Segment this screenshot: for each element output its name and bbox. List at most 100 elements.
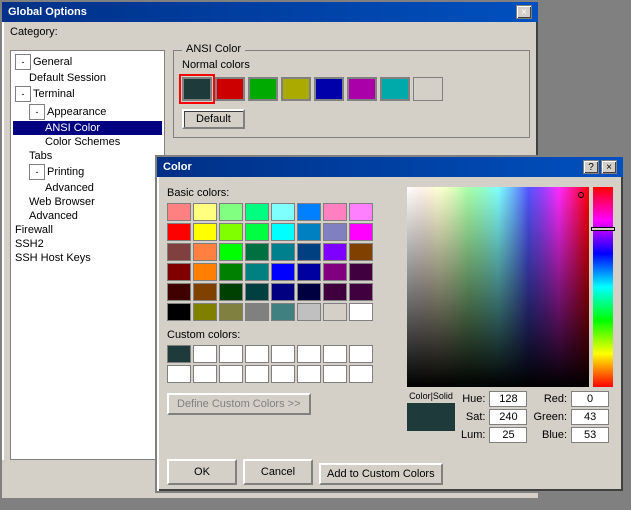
basic-swatch-34[interactable] — [219, 283, 243, 301]
basic-swatch-14[interactable] — [323, 223, 347, 241]
sat-input[interactable] — [489, 409, 527, 425]
basic-swatch-41[interactable] — [193, 303, 217, 321]
tree-item-terminal[interactable]: - Terminal — [13, 85, 162, 103]
custom-swatch-14[interactable] — [323, 365, 347, 383]
color-swatch-0[interactable] — [182, 77, 212, 101]
custom-swatch-5[interactable] — [297, 345, 321, 363]
basic-swatch-7[interactable] — [349, 203, 373, 221]
basic-swatch-33[interactable] — [193, 283, 217, 301]
color-swatch-5[interactable] — [347, 77, 377, 101]
tree-item-ssh2[interactable]: SSH2 — [13, 237, 162, 251]
tree-item-advanced-main[interactable]: Advanced — [13, 209, 162, 223]
lum-input[interactable] — [489, 427, 527, 443]
define-custom-colors-button[interactable]: Define Custom Colors >> — [167, 393, 311, 415]
color-picker-help-button[interactable]: ? — [583, 160, 599, 174]
add-to-custom-colors-button[interactable]: Add to Custom Colors — [319, 463, 443, 485]
basic-swatch-35[interactable] — [245, 283, 269, 301]
basic-swatch-8[interactable] — [167, 223, 191, 241]
expand-terminal[interactable]: - — [15, 86, 31, 102]
custom-swatch-8[interactable] — [167, 365, 191, 383]
expand-general[interactable]: - — [15, 54, 31, 70]
basic-swatch-6[interactable] — [323, 203, 347, 221]
tree-item-firewall[interactable]: Firewall — [13, 223, 162, 237]
custom-swatch-3[interactable] — [245, 345, 269, 363]
default-button[interactable]: Default — [182, 109, 245, 129]
basic-swatch-19[interactable] — [245, 243, 269, 261]
tree-item-ssh-host-keys[interactable]: SSH Host Keys — [13, 251, 162, 265]
basic-swatch-20[interactable] — [271, 243, 295, 261]
custom-swatch-2[interactable] — [219, 345, 243, 363]
basic-swatch-11[interactable] — [245, 223, 269, 241]
basic-swatch-46[interactable] — [323, 303, 347, 321]
tree-item-ansi-color[interactable]: ANSI Color — [13, 121, 162, 135]
hue-slider[interactable] — [591, 227, 615, 231]
custom-swatch-1[interactable] — [193, 345, 217, 363]
custom-swatch-10[interactable] — [219, 365, 243, 383]
blue-input[interactable] — [571, 427, 609, 443]
red-input[interactable] — [571, 391, 609, 407]
color-ok-button[interactable]: OK — [167, 459, 237, 485]
custom-swatch-7[interactable] — [349, 345, 373, 363]
custom-swatch-6[interactable] — [323, 345, 347, 363]
color-swatch-3[interactable] — [281, 77, 311, 101]
color-swatch-2[interactable] — [248, 77, 278, 101]
basic-swatch-27[interactable] — [245, 263, 269, 281]
basic-swatch-26[interactable] — [219, 263, 243, 281]
custom-swatch-0[interactable] — [167, 345, 191, 363]
basic-swatch-18[interactable] — [219, 243, 243, 261]
basic-swatch-44[interactable] — [271, 303, 295, 321]
basic-swatch-3[interactable] — [245, 203, 269, 221]
basic-swatch-45[interactable] — [297, 303, 321, 321]
basic-swatch-21[interactable] — [297, 243, 321, 261]
tree-item-appearance[interactable]: - Appearance — [13, 103, 162, 121]
basic-swatch-1[interactable] — [193, 203, 217, 221]
basic-swatch-47[interactable] — [349, 303, 373, 321]
custom-swatch-13[interactable] — [297, 365, 321, 383]
tree-item-printing-advanced[interactable]: Advanced — [13, 181, 162, 195]
custom-swatch-4[interactable] — [271, 345, 295, 363]
basic-swatch-36[interactable] — [271, 283, 295, 301]
custom-swatch-11[interactable] — [245, 365, 269, 383]
basic-swatch-16[interactable] — [167, 243, 191, 261]
tree-item-web-browser[interactable]: Web Browser — [13, 195, 162, 209]
expand-printing[interactable]: - — [29, 164, 45, 180]
basic-swatch-29[interactable] — [297, 263, 321, 281]
basic-swatch-31[interactable] — [349, 263, 373, 281]
global-options-close-button[interactable]: × — [516, 5, 532, 19]
color-swatch-7[interactable] — [413, 77, 443, 101]
tree-item-general[interactable]: - General — [13, 53, 162, 71]
basic-swatch-23[interactable] — [349, 243, 373, 261]
basic-swatch-4[interactable] — [271, 203, 295, 221]
hue-bar[interactable] — [593, 187, 613, 387]
basic-swatch-13[interactable] — [297, 223, 321, 241]
basic-swatch-37[interactable] — [297, 283, 321, 301]
basic-swatch-10[interactable] — [219, 223, 243, 241]
basic-swatch-12[interactable] — [271, 223, 295, 241]
color-swatch-1[interactable] — [215, 77, 245, 101]
custom-swatch-12[interactable] — [271, 365, 295, 383]
basic-swatch-15[interactable] — [349, 223, 373, 241]
color-swatch-6[interactable] — [380, 77, 410, 101]
basic-swatch-42[interactable] — [219, 303, 243, 321]
custom-swatch-15[interactable] — [349, 365, 373, 383]
basic-swatch-40[interactable] — [167, 303, 191, 321]
basic-swatch-17[interactable] — [193, 243, 217, 261]
basic-swatch-2[interactable] — [219, 203, 243, 221]
basic-swatch-38[interactable] — [323, 283, 347, 301]
basic-swatch-32[interactable] — [167, 283, 191, 301]
basic-swatch-30[interactable] — [323, 263, 347, 281]
tree-item-printing[interactable]: - Printing — [13, 163, 162, 181]
basic-swatch-24[interactable] — [167, 263, 191, 281]
custom-swatch-9[interactable] — [193, 365, 217, 383]
color-swatch-4[interactable] — [314, 77, 344, 101]
color-spectrum[interactable] — [407, 187, 589, 387]
color-picker-close-button[interactable]: × — [601, 160, 617, 174]
basic-swatch-22[interactable] — [323, 243, 347, 261]
expand-appearance[interactable]: - — [29, 104, 45, 120]
basic-swatch-25[interactable] — [193, 263, 217, 281]
tree-item-color-schemes[interactable]: Color Schemes — [13, 135, 162, 149]
basic-swatch-5[interactable] — [297, 203, 321, 221]
tree-item-default-session[interactable]: Default Session — [13, 71, 162, 85]
color-cancel-button[interactable]: Cancel — [243, 459, 313, 485]
basic-swatch-0[interactable] — [167, 203, 191, 221]
